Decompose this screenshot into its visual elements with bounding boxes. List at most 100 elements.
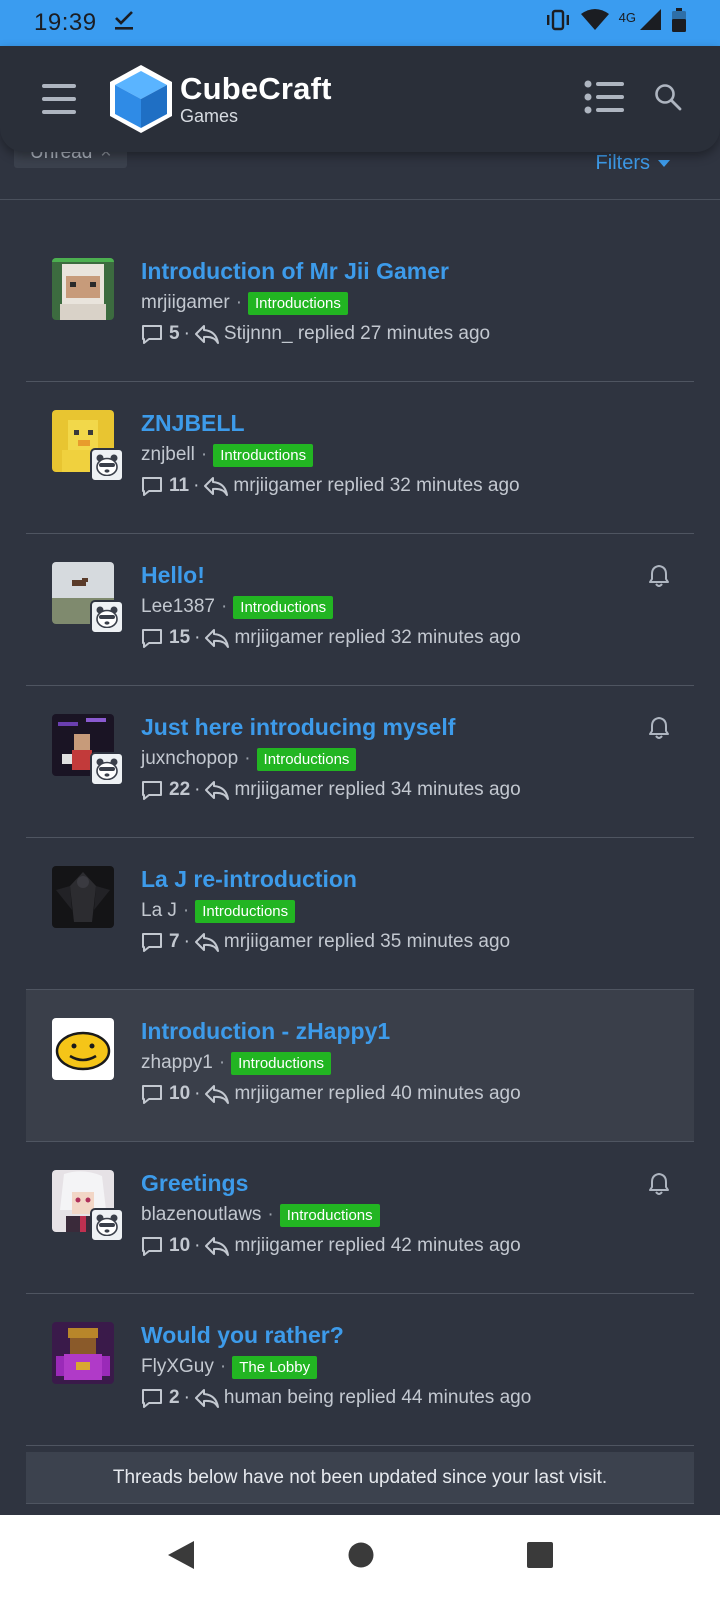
thread-item[interactable]: Introduction - zHappy1 zhappy1 · Introdu… <box>26 990 694 1142</box>
bell-icon[interactable] <box>648 716 670 745</box>
cube-logo-icon <box>110 65 172 133</box>
bell-icon[interactable] <box>648 1172 670 1201</box>
system-nav-bar <box>0 1515 720 1600</box>
separator: · <box>235 292 243 314</box>
reply-icon <box>194 324 219 344</box>
thread-title[interactable]: Introduction - zHappy1 <box>141 1018 674 1046</box>
thread-title[interactable]: Just here introducing myself <box>141 714 674 742</box>
thread-author[interactable]: juxnchopop <box>141 748 238 770</box>
thread-list: Introduction of Mr Jii Gamer mrjiigamer … <box>26 230 694 1446</box>
last-reply[interactable]: mrjiigamer replied 42 minutes ago <box>234 1235 520 1257</box>
comment-icon <box>142 1084 162 1104</box>
thread-item[interactable]: La J re-introduction La J · Introduction… <box>26 838 694 990</box>
thread-title[interactable]: Greetings <box>141 1170 674 1198</box>
last-reply[interactable]: mrjiigamer replied 32 minutes ago <box>233 475 519 497</box>
separator: · <box>194 778 201 800</box>
avatar[interactable] <box>52 258 114 320</box>
unread-divider-notice: Threads below have not been updated sinc… <box>26 1452 694 1504</box>
reply-icon <box>204 476 229 496</box>
reply-icon <box>194 932 219 952</box>
reply-icon <box>205 1236 230 1256</box>
separator: · <box>183 322 190 344</box>
battery-icon <box>672 7 686 39</box>
reply-icon <box>205 1084 230 1104</box>
reply-count: 5 <box>169 322 180 344</box>
thread-item[interactable]: ZNJBELL znjbell · Introductions 11 · mrj… <box>26 382 694 534</box>
thread-author[interactable]: La J <box>141 900 177 922</box>
separator: · <box>194 1234 201 1256</box>
recents-icon[interactable] <box>526 1541 554 1574</box>
bell-icon[interactable] <box>648 564 670 593</box>
thread-author[interactable]: Lee1387 <box>141 596 215 618</box>
forum-tag[interactable]: Introductions <box>248 291 348 315</box>
filters-button[interactable]: Filters <box>596 152 670 175</box>
menu-icon[interactable] <box>42 84 76 114</box>
separator: · <box>194 1082 201 1104</box>
thread-item[interactable]: Greetings blazenoutlaws · Introductions … <box>26 1142 694 1294</box>
checkmark-icon <box>113 9 135 38</box>
forum-tag[interactable]: Introductions <box>195 899 296 923</box>
thread-author[interactable]: mrjiigamer <box>141 292 230 314</box>
thread-item[interactable]: Just here introducing myself juxnchopop … <box>26 686 694 838</box>
network-type: 4G <box>618 9 636 25</box>
separator: · <box>244 748 251 770</box>
brand-sub: Games <box>180 106 239 126</box>
comment-icon <box>142 476 162 496</box>
thread-title[interactable]: La J re-introduction <box>141 866 674 894</box>
reply-count: 22 <box>169 778 191 800</box>
last-reply[interactable]: mrjiigamer replied 35 minutes ago <box>224 931 510 953</box>
avatar[interactable] <box>52 1018 114 1080</box>
thread-item[interactable]: Would you rather? FlyXGuy · The Lobby 2 … <box>26 1294 694 1446</box>
forum-tag[interactable]: Introductions <box>256 747 357 771</box>
avatar[interactable] <box>52 1322 114 1384</box>
thread-author[interactable]: zhappy1 <box>141 1052 213 1074</box>
separator: · <box>183 1386 190 1408</box>
separator: · <box>194 626 201 648</box>
staff-badge-icon <box>90 1208 124 1242</box>
forum-tag[interactable]: Introductions <box>279 1203 380 1227</box>
thread-item[interactable]: Hello! Lee1387 · Introductions 15 · mrji… <box>26 534 694 686</box>
forum-tag[interactable]: Introductions <box>231 1051 332 1075</box>
back-icon[interactable] <box>166 1539 196 1576</box>
reply-count: 15 <box>169 626 191 648</box>
last-reply[interactable]: mrjiigamer replied 34 minutes ago <box>234 779 520 801</box>
last-reply[interactable]: human being replied 44 minutes ago <box>224 1387 531 1409</box>
home-icon[interactable] <box>347 1541 375 1574</box>
separator: · <box>267 1204 274 1226</box>
thread-author[interactable]: FlyXGuy <box>141 1356 214 1378</box>
reply-count: 2 <box>169 1386 180 1408</box>
last-reply[interactable]: Stijnnn_ replied 27 minutes ago <box>224 323 490 345</box>
comment-icon <box>142 1388 162 1408</box>
forum-tag[interactable]: Introductions <box>213 443 314 467</box>
staff-badge-icon <box>90 752 124 786</box>
separator: · <box>218 1052 226 1074</box>
forum-tag[interactable]: Introductions <box>233 595 334 619</box>
last-reply[interactable]: mrjiigamer replied 32 minutes ago <box>234 627 520 649</box>
site-logo[interactable]: CubeCraft Games <box>108 63 332 135</box>
list-view-icon[interactable] <box>584 80 624 119</box>
thread-title[interactable]: Hello! <box>141 562 674 590</box>
thread-title[interactable]: ZNJBELL <box>141 410 674 438</box>
reply-count: 10 <box>169 1082 191 1104</box>
app-header: CubeCraft Games <box>0 46 720 152</box>
search-icon[interactable] <box>654 83 682 116</box>
wifi-icon <box>580 8 609 38</box>
vibrate-icon <box>545 9 571 38</box>
comment-icon <box>142 324 162 344</box>
thread-title[interactable]: Would you rather? <box>141 1322 674 1350</box>
separator: · <box>183 930 190 952</box>
avatar[interactable] <box>52 866 114 928</box>
thread-author[interactable]: znjbell <box>141 444 195 466</box>
thread-author[interactable]: blazenoutlaws <box>141 1204 261 1226</box>
last-reply[interactable]: mrjiigamer replied 40 minutes ago <box>234 1083 520 1105</box>
comment-icon <box>142 628 162 648</box>
reply-icon <box>205 780 230 800</box>
signal-icon <box>640 8 662 38</box>
reply-count: 10 <box>169 1234 191 1256</box>
reply-icon <box>205 628 230 648</box>
reply-count: 7 <box>169 930 180 952</box>
forum-tag[interactable]: The Lobby <box>232 1355 318 1379</box>
staff-badge-icon <box>90 448 124 482</box>
thread-title[interactable]: Introduction of Mr Jii Gamer <box>141 258 674 286</box>
thread-item[interactable]: Introduction of Mr Jii Gamer mrjiigamer … <box>26 230 694 382</box>
